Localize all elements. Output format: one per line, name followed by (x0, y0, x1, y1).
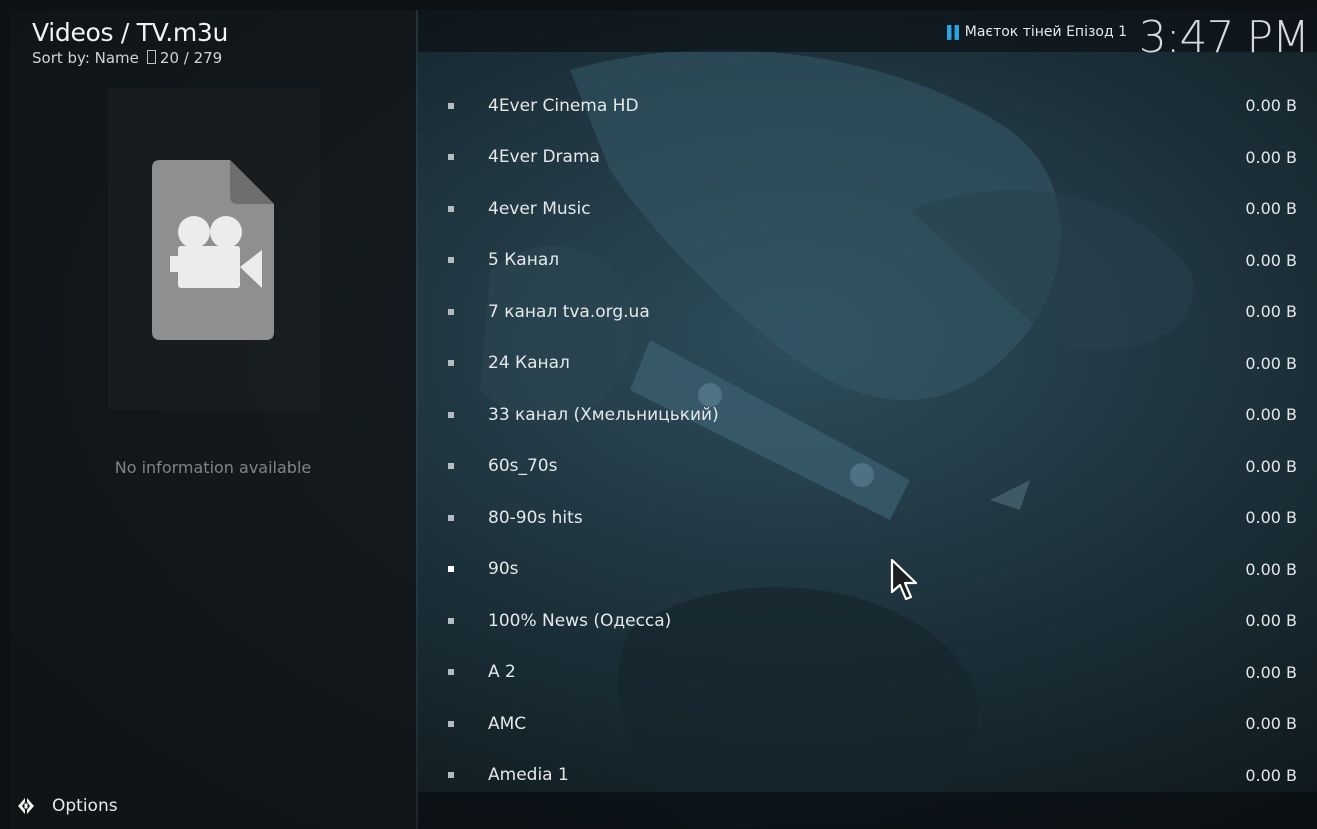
item-label: 100% News (Одесса) (488, 610, 672, 631)
bullet-icon (448, 257, 454, 264)
no-info-text: No information available (114, 458, 312, 477)
bullet-icon (448, 669, 454, 676)
item-size: 0.00 B (1245, 405, 1297, 425)
list-item[interactable]: 4Ever Drama 0.00 B (418, 132, 1317, 184)
item-size: 0.00 B (1245, 559, 1297, 579)
list-item[interactable]: 4Ever Cinema HD 0.00 B (418, 80, 1317, 132)
bullet-icon (448, 205, 454, 212)
item-label: 90s (488, 559, 519, 580)
item-label: 80-90s hits (488, 507, 583, 528)
sort-direction-icon (146, 50, 156, 64)
options-button[interactable]: Options (16, 796, 118, 816)
item-size: 0.00 B (1245, 147, 1297, 167)
top-bar: Маєток тіней Епізод 1 3:47 PM (418, 10, 1317, 63)
item-size: 0.00 B (1245, 456, 1297, 476)
item-label: 60s_70s (488, 456, 558, 477)
list-item[interactable]: A 2 0.00 B (418, 647, 1317, 699)
list-item[interactable]: 5 Канал 0.00 B (418, 235, 1317, 287)
item-size: 0.00 B (1245, 199, 1297, 219)
item-size: 0.00 B (1245, 662, 1297, 682)
list-item-selected[interactable]: 90s 0.00 B (418, 544, 1317, 596)
sort-label[interactable]: Sort by: Name (32, 49, 139, 67)
bullet-icon (448, 360, 454, 367)
sort-and-count: Sort by: Name 20 / 279 (32, 49, 226, 67)
bullet-icon (448, 566, 454, 573)
item-size: 0.00 B (1245, 353, 1297, 373)
options-label: Options (52, 796, 118, 816)
bullet-icon (448, 411, 454, 418)
item-label: 4Ever Cinema HD (488, 95, 639, 116)
list-item[interactable]: 7 канал tva.org.ua 0.00 B (418, 286, 1317, 338)
mouse-pointer-icon (890, 558, 918, 601)
bullet-icon (448, 514, 454, 521)
item-size: 0.00 B (1245, 96, 1297, 116)
item-size: 0.00 B (1245, 302, 1297, 322)
item-label: A 2 (488, 662, 516, 683)
item-size: 0.00 B (1245, 508, 1297, 528)
item-label: 7 канал tva.org.ua (488, 301, 650, 322)
now-playing[interactable]: Маєток тіней Епізод 1 (946, 24, 1127, 40)
item-size: 0.00 B (1245, 611, 1297, 631)
info-panel: Videos / TV.m3u Sort by: Name 20 / 279 No… (10, 10, 416, 829)
bullet-icon (448, 463, 454, 470)
now-playing-title: Маєток тіней Епізод 1 (964, 24, 1127, 40)
bullet-icon (448, 720, 454, 727)
list-item[interactable]: 4ever Music 0.00 B (418, 183, 1317, 235)
bullet-icon (448, 154, 454, 161)
list-item[interactable]: AMC 0.00 B (418, 698, 1317, 750)
video-file-icon (152, 160, 274, 340)
item-label: AMC (488, 713, 527, 734)
item-label: 33 канал (Хмельницький) (488, 404, 719, 425)
item-label: Amedia 1 (488, 765, 569, 786)
bullet-icon (448, 308, 454, 315)
item-label: 4Ever Drama (488, 147, 600, 168)
item-size: 0.00 B (1245, 765, 1297, 785)
bullet-icon (448, 617, 454, 624)
bullet-icon (448, 772, 454, 779)
list-item[interactable]: 60s_70s 0.00 B (418, 441, 1317, 493)
list-item[interactable]: 100% News (Одесса) 0.00 B (418, 595, 1317, 647)
kodi-screen: Videos / TV.m3u Sort by: Name 20 / 279 No… (10, 10, 1317, 829)
bottom-bar (418, 792, 1317, 829)
options-diamond-icon (18, 798, 34, 814)
item-label: 24 Канал (488, 353, 570, 374)
list-item[interactable]: Amedia 1 0.00 B (418, 750, 1317, 793)
item-size: 0.00 B (1245, 250, 1297, 270)
list-item[interactable]: 33 канал (Хмельницький) 0.00 B (418, 389, 1317, 441)
list-item[interactable]: 24 Канал 0.00 B (418, 338, 1317, 390)
channel-list[interactable]: 4Ever Cinema HD 0.00 B 4Ever Drama 0.00 … (418, 80, 1317, 792)
item-count: 20 / 279 (159, 49, 223, 67)
item-label: 4ever Music (488, 198, 591, 219)
bullet-icon (448, 102, 454, 109)
page-title: Videos / TV.m3u (32, 18, 229, 47)
item-size: 0.00 B (1245, 714, 1297, 734)
item-label: 5 Канал (488, 250, 560, 271)
clock: 3:47 PM (1138, 12, 1310, 63)
list-item[interactable]: 80-90s hits 0.00 B (418, 492, 1317, 544)
pause-icon (946, 24, 959, 40)
